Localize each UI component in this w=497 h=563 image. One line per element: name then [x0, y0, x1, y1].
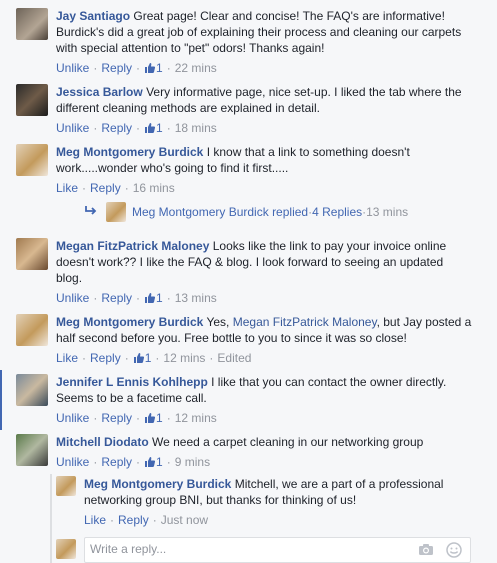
- thumbs-up-icon: [145, 293, 156, 303]
- reply-actions: Like · Reply · Just now: [84, 513, 209, 527]
- like-button[interactable]: Like: [84, 513, 106, 527]
- like-button[interactable]: Like: [56, 351, 78, 365]
- like-count[interactable]: 1: [156, 61, 163, 75]
- unlike-button[interactable]: Unlike: [56, 291, 89, 305]
- like-count[interactable]: 1: [156, 411, 163, 425]
- reply-composer[interactable]: [84, 537, 471, 563]
- reply-button[interactable]: Reply: [101, 455, 132, 469]
- thumbs-up-icon: [145, 123, 156, 133]
- like-button[interactable]: Like: [56, 181, 78, 195]
- author-name[interactable]: Meg Montgomery Burdick: [84, 477, 231, 491]
- unlike-button[interactable]: Unlike: [56, 121, 89, 135]
- timestamp[interactable]: 22 mins: [175, 61, 217, 75]
- avatar: [106, 202, 126, 222]
- unlike-button[interactable]: Unlike: [56, 61, 89, 75]
- like-count[interactable]: 1: [145, 351, 152, 365]
- author-name[interactable]: Meg Montgomery Burdick: [56, 145, 203, 159]
- comment-actions: Like · Reply · 1 · 12 mins · Edited: [56, 351, 252, 365]
- replies-verb[interactable]: replied: [272, 205, 308, 219]
- comment-body: Megan FitzPatrick Maloney Looks like the…: [56, 238, 466, 286]
- camera-icon[interactable]: [418, 543, 434, 556]
- comment-body: Mitchell Diodato We need a carpet cleani…: [56, 434, 476, 450]
- reply-body: Meg Montgomery Burdick Mitchell, we are …: [84, 476, 474, 508]
- author-name[interactable]: Megan FitzPatrick Maloney: [56, 239, 209, 253]
- reply-button[interactable]: Reply: [101, 291, 132, 305]
- comment-actions: Unlike · Reply · 1 · 18 mins: [56, 121, 217, 135]
- reply-button[interactable]: Reply: [101, 121, 132, 135]
- thumbs-up-icon: [145, 413, 156, 423]
- avatar[interactable]: [16, 374, 48, 406]
- author-name[interactable]: Jessica Barlow: [56, 85, 143, 99]
- reply-button[interactable]: Reply: [90, 351, 121, 365]
- timestamp[interactable]: 16 mins: [133, 181, 175, 195]
- reply-button[interactable]: Reply: [118, 513, 149, 527]
- avatar[interactable]: [16, 314, 48, 346]
- comment-actions: Unlike · Reply · 1 · 9 mins: [56, 455, 211, 469]
- avatar[interactable]: [16, 434, 48, 466]
- avatar: [56, 539, 76, 559]
- comment-actions: Like · Reply · 16 mins: [56, 181, 175, 195]
- timestamp[interactable]: 18 mins: [175, 121, 217, 135]
- comment-body: Meg Montgomery Burdick Yes, Megan FitzPa…: [56, 314, 476, 346]
- comment-body: Jessica Barlow Very informative page, ni…: [56, 84, 476, 116]
- edited-label[interactable]: Edited: [217, 351, 251, 365]
- like-count[interactable]: 1: [156, 455, 163, 469]
- reply-arrow-icon: [85, 206, 97, 215]
- replies-count[interactable]: 4 Replies: [312, 205, 362, 219]
- comment-actions: Unlike · Reply · 1 · 22 mins: [56, 61, 217, 75]
- avatar[interactable]: [56, 476, 76, 496]
- timestamp[interactable]: 12 mins: [175, 411, 217, 425]
- replies-author[interactable]: Meg Montgomery Burdick: [132, 205, 269, 219]
- timestamp: 13 mins: [366, 205, 409, 219]
- comment-actions: Unlike · Reply · 1 · 13 mins: [56, 291, 217, 305]
- comment-body: Jay Santiago Great page! Clear and conci…: [56, 8, 476, 56]
- avatar[interactable]: [16, 8, 48, 40]
- author-name[interactable]: Jennifer L Ennis Kohlhepp: [56, 375, 208, 389]
- highlight-bar: [0, 370, 2, 430]
- comment-text-before: Yes,: [206, 315, 230, 329]
- reply-button[interactable]: Reply: [101, 61, 132, 75]
- avatar[interactable]: [16, 144, 48, 176]
- thumbs-up-icon: [145, 63, 156, 73]
- author-name[interactable]: Mitchell Diodato: [56, 435, 149, 449]
- author-name[interactable]: Jay Santiago: [56, 9, 130, 23]
- mention-link[interactable]: Megan FitzPatrick Maloney: [233, 315, 377, 329]
- thumbs-up-icon: [145, 457, 156, 467]
- reply-thread-line: [50, 474, 52, 563]
- avatar[interactable]: [16, 84, 48, 116]
- author-name[interactable]: Meg Montgomery Burdick: [56, 315, 203, 329]
- timestamp[interactable]: 9 mins: [175, 455, 210, 469]
- view-replies-link[interactable]: Meg Montgomery Burdick replied·4 Replies…: [84, 202, 408, 222]
- reply-button[interactable]: Reply: [101, 411, 132, 425]
- timestamp[interactable]: Just now: [161, 513, 208, 527]
- like-count[interactable]: 1: [156, 291, 163, 305]
- unlike-button[interactable]: Unlike: [56, 455, 89, 469]
- timestamp[interactable]: 13 mins: [175, 291, 217, 305]
- reply-input[interactable]: [85, 538, 415, 560]
- comment-actions: Unlike · Reply · 1 · 12 mins: [56, 411, 217, 425]
- comment-text: We need a carpet cleaning in our network…: [152, 435, 424, 449]
- thumbs-up-icon: [133, 353, 144, 363]
- timestamp[interactable]: 12 mins: [163, 351, 205, 365]
- reply-button[interactable]: Reply: [90, 181, 121, 195]
- comment-body: Meg Montgomery Burdick I know that a lin…: [56, 144, 456, 176]
- comment-body: Jennifer L Ennis Kohlhepp I like that yo…: [56, 374, 466, 406]
- emoji-icon[interactable]: [446, 542, 462, 558]
- unlike-button[interactable]: Unlike: [56, 411, 89, 425]
- like-count[interactable]: 1: [156, 121, 163, 135]
- avatar[interactable]: [16, 238, 48, 270]
